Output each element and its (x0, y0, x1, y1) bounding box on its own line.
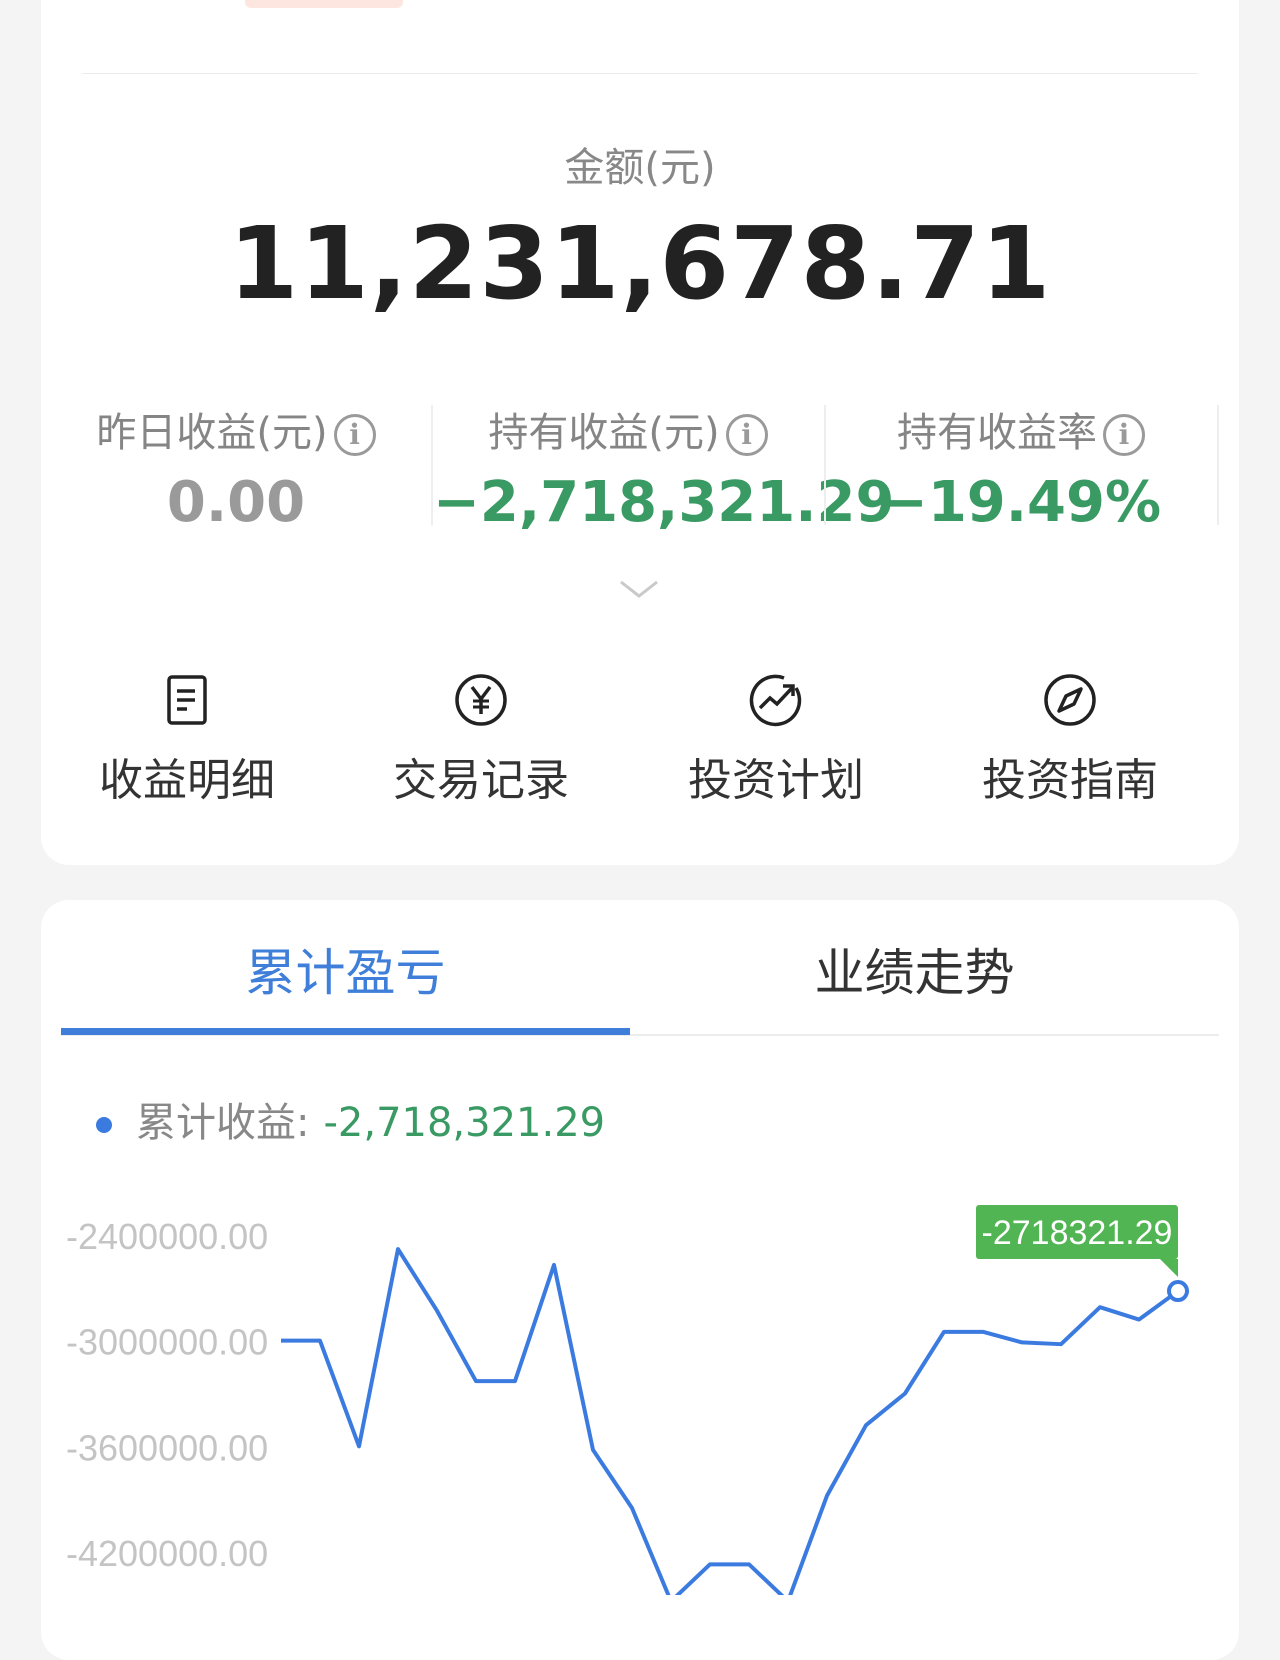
holding-yield-stat[interactable]: 持有收益率 i −19.49% (826, 400, 1216, 535)
investment-plan-button[interactable]: 投资计划 (626, 670, 926, 808)
info-icon[interactable]: i (1103, 414, 1145, 456)
cumulative-profit-chart[interactable]: -2400000.00 -3000000.00 -3600000.00 -420000… (41, 900, 1239, 1595)
compass-icon (1044, 674, 1096, 726)
document-icon (167, 675, 207, 725)
holding-summary-card: 金额(元) 11,231,678.71 昨日收益(元) i 0.00 持有收益(元… (41, 0, 1239, 865)
stat-label: 昨日收益(元) (96, 410, 328, 456)
stat-value: −2,718,321.29 (433, 470, 895, 535)
profit-loss-card: 累计盈亏 业绩走势 累计收益: -2,718,321.29 -2400000.00… (41, 900, 1239, 1660)
stat-value: 0.00 (166, 470, 306, 535)
yuan-circle-icon (455, 674, 507, 726)
trend-circle-icon (749, 674, 802, 727)
investment-guide-button[interactable]: 投资指南 (920, 670, 1220, 808)
holding-earnings-stat[interactable]: 持有收益(元) i −2,718,321.29 (433, 400, 895, 535)
divider (1217, 405, 1219, 525)
action-label: 投资计划 (688, 755, 864, 806)
chevron-down-icon[interactable] (619, 580, 659, 600)
y-tick-label: -3600000.00 (66, 1427, 268, 1468)
data-point-last (1167, 1280, 1189, 1303)
top-tag-partial (245, 0, 403, 8)
action-label: 投资指南 (982, 755, 1158, 806)
action-label: 收益明细 (99, 755, 275, 806)
tooltip-label: -2718321.29 (982, 1214, 1173, 1252)
stat-value: −19.49% (880, 470, 1162, 535)
y-tick-label: -2400000.00 (66, 1216, 268, 1257)
amount-label: 金额(元) (564, 145, 716, 191)
info-icon[interactable]: i (725, 414, 768, 456)
series-line (281, 1247, 1180, 1595)
tooltip-pointer (1160, 1259, 1178, 1278)
divider (82, 73, 1198, 74)
transaction-records-button[interactable]: 交易记录 (331, 670, 631, 808)
stat-label: 持有收益(元) (488, 410, 720, 456)
y-tick-label: -4200000.00 (66, 1533, 268, 1574)
info-icon[interactable]: i (333, 414, 376, 456)
stat-label: 持有收益率 (897, 410, 1097, 456)
action-label: 交易记录 (393, 755, 569, 806)
yesterday-earnings-stat[interactable]: 昨日收益(元) i 0.00 (41, 400, 431, 535)
amount-value: 11,231,678.71 (228, 205, 1052, 322)
earnings-detail-button[interactable]: 收益明细 (37, 670, 337, 808)
y-tick-label: -3000000.00 (66, 1322, 268, 1363)
